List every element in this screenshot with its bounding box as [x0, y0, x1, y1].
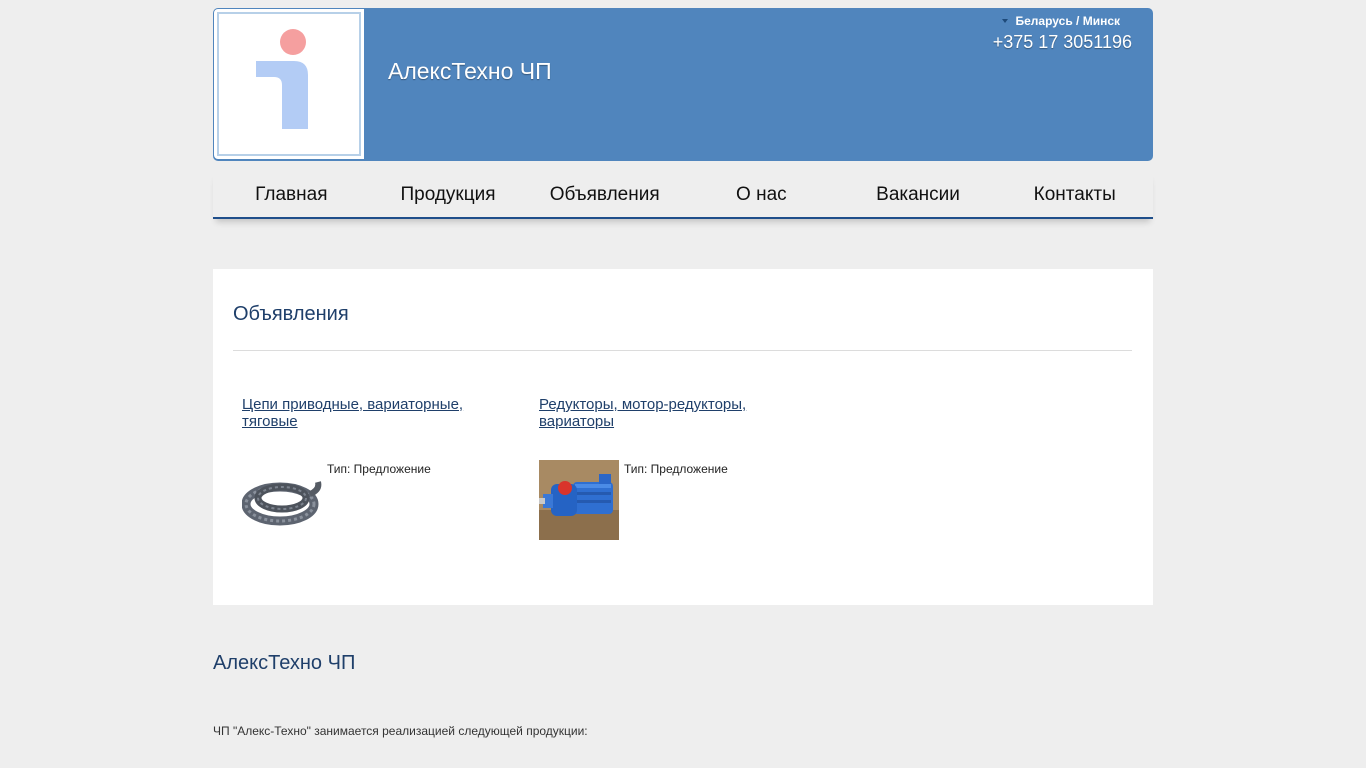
logo-stem-icon: [256, 61, 308, 129]
ad-title-line: Цепи приводные, вариаторные,: [242, 396, 464, 413]
ad-title-line: тяговые: [242, 413, 298, 430]
ads-panel: Объявления Цепи приводные, вариаторные, …: [213, 269, 1153, 605]
region-selector[interactable]: Беларусь / Минск: [1001, 14, 1121, 28]
divider: [233, 350, 1132, 351]
ad-item: Цепи приводные, вариаторные, тяговые Тип…: [242, 396, 502, 526]
ad-title-line: Редукторы, мотор-редукторы,: [539, 396, 747, 413]
ad-link-reducers[interactable]: Редукторы, мотор-редукторы, вариаторы: [539, 396, 799, 430]
nav-item-home[interactable]: Главная: [213, 171, 370, 217]
chain-image[interactable]: [242, 460, 322, 540]
ad-link-chains[interactable]: Цепи приводные, вариаторные, тяговые: [242, 396, 502, 430]
ad-item: Редукторы, мотор-редукторы, вариаторы Ти…: [539, 396, 799, 540]
phone-number: +375 17 3051196: [992, 32, 1132, 52]
site-title[interactable]: АлексТехно ЧП: [388, 58, 552, 85]
ad-type: Тип: Предложение: [327, 462, 431, 476]
caret-down-icon: [1001, 19, 1008, 23]
nav-item-ads[interactable]: Объявления: [526, 171, 683, 217]
nav-item-about[interactable]: О нас: [683, 171, 840, 217]
site-header: АлексТехно ЧП Беларусь / Минск +375 17 3…: [213, 8, 1153, 161]
about-text: ЧП "Алекс-Техно" занимается реализацией …: [213, 724, 588, 738]
motor-reducer-image[interactable]: [539, 460, 619, 540]
logo[interactable]: [214, 9, 364, 159]
nav-item-contacts[interactable]: Контакты: [996, 171, 1153, 217]
nav-item-vacancies[interactable]: Вакансии: [840, 171, 997, 217]
main-nav: Главная Продукция Объявления О нас Вакан…: [213, 171, 1153, 219]
logo-dot-icon: [280, 29, 306, 55]
region-label: Беларусь / Минск: [1015, 14, 1121, 28]
nav-item-products[interactable]: Продукция: [370, 171, 527, 217]
motor-reducer-icon: [539, 460, 619, 540]
page-title: Объявления: [233, 303, 349, 325]
ad-type: Тип: Предложение: [624, 462, 728, 476]
chain-icon: [242, 481, 322, 526]
about-title: АлексТехно ЧП: [213, 652, 356, 674]
ad-title-line: вариаторы: [539, 413, 615, 430]
